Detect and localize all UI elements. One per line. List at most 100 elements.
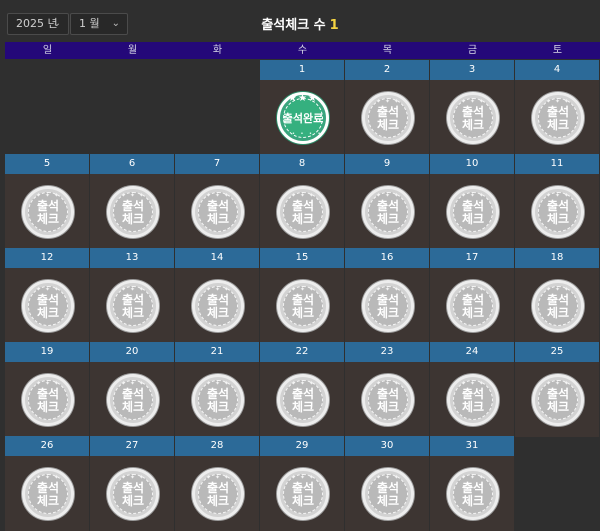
day-number: 9 — [345, 154, 429, 174]
attendance-check-stamp[interactable]: ✦ ✦ ✦ 출석 체크 — [362, 374, 414, 426]
stamp-text: 출석 체크 — [110, 482, 156, 508]
attendance-check-stamp[interactable]: ✦ ✦ ✦ 출석 체크 — [362, 468, 414, 520]
calendar-day-cell[interactable]: 5 ✦ ✦ ✦ 출석 체크 — [5, 154, 90, 249]
attendance-check-stamp[interactable]: ✦ ✦ ✦ 출석 체크 — [447, 92, 499, 144]
attendance-check-stamp[interactable]: ✦ ✦ ✦ 출석 체크 — [362, 92, 414, 144]
calendar-day-cell[interactable]: 8 ✦ ✦ ✦ 출석 체크 — [260, 154, 345, 249]
calendar-day-cell[interactable]: 29 ✦ ✦ ✦ 출석 체크 — [260, 436, 345, 531]
attendance-check-stamp[interactable]: ✦ ✦ ✦ 출석 체크 — [362, 280, 414, 332]
stamp-text-line: 체크 — [461, 400, 485, 414]
attendance-check-stamp[interactable]: ✦ ✦ ✦ 출석 체크 — [192, 374, 244, 426]
star-icon: ✦ ✦ ✦ — [206, 192, 230, 199]
weekday-header-row: 일월화수목금토 — [5, 42, 600, 59]
star-icon: ✦ ✦ ✦ — [36, 474, 60, 481]
calendar-day-cell[interactable]: 19 ✦ ✦ ✦ 출석 체크 — [5, 342, 90, 437]
calendar-day-cell[interactable]: 7 ✦ ✦ ✦ 출석 체크 — [175, 154, 260, 249]
attendance-check-stamp[interactable]: ✦ ✦ ✦ 출석 체크 — [107, 186, 159, 238]
day-number: 17 — [430, 248, 514, 268]
star-icon: ✦ ✦ ✦ — [121, 286, 145, 293]
star-icon: ✦ ✦ ✦ — [461, 474, 485, 481]
stamp-text-line: 체크 — [206, 212, 230, 226]
star-icon: ✦ ✦ ✦ — [121, 474, 145, 481]
attendance-check-stamp[interactable]: ✦ ✦ ✦ 출석 체크 — [447, 186, 499, 238]
attendance-check-stamp[interactable]: ✦ ✦ ✦ 출석 체크 — [107, 468, 159, 520]
stamp-text-line: 체크 — [546, 306, 570, 320]
day-number: 22 — [260, 342, 344, 362]
stamp-text-line: 체크 — [376, 212, 400, 226]
stamp-text: 출석 체크 — [25, 200, 71, 226]
day-number: 11 — [515, 154, 599, 174]
attendance-check-stamp[interactable]: ✦ ✦ ✦ 출석 체크 — [447, 280, 499, 332]
day-number: 2 — [345, 60, 429, 80]
stamp-text-line: 출석 — [206, 481, 230, 495]
attendance-check-stamp[interactable]: ✦ ✦ ✦ 출석 체크 — [277, 374, 329, 426]
calendar-day-cell[interactable]: 9 ✦ ✦ ✦ 출석 체크 — [345, 154, 430, 249]
attendance-check-stamp[interactable]: ✦ ✦ ✦ 출석 체크 — [532, 280, 584, 332]
calendar-day-cell[interactable]: 17 ✦ ✦ ✦ 출석 체크 — [430, 248, 515, 343]
day-number: 13 — [90, 248, 174, 268]
calendar-day-cell[interactable]: 31 ✦ ✦ ✦ 출석 체크 — [430, 436, 515, 531]
calendar-day-cell[interactable]: 30 ✦ ✦ ✦ 출석 체크 — [345, 436, 430, 531]
attendance-check-stamp[interactable]: ✦ ✦ ✦ 출석 체크 — [532, 186, 584, 238]
attendance-check-stamp[interactable]: ✦ ✦ ✦ 출석 체크 — [532, 92, 584, 144]
calendar-day-cell[interactable]: 10 ✦ ✦ ✦ 출석 체크 — [430, 154, 515, 249]
calendar-day-cell[interactable]: 15 ✦ ✦ ✦ 출석 체크 — [260, 248, 345, 343]
attendance-check-stamp[interactable]: ✦ ✦ ✦ 출석 체크 — [447, 374, 499, 426]
day-number: 6 — [90, 154, 174, 174]
calendar-day-cell[interactable]: 16 ✦ ✦ ✦ 출석 체크 — [345, 248, 430, 343]
day-number: 5 — [5, 154, 89, 174]
attendance-check-stamp[interactable]: ✦ ✦ ✦ 출석 체크 — [22, 468, 74, 520]
attendance-check-stamp[interactable]: ✦ ✦ ✦ 출석 체크 — [277, 186, 329, 238]
attendance-title-label: 출석체크 수 — [261, 18, 326, 33]
calendar-day-cell[interactable]: 2 ✦ ✦ ✦ 출석 체크 — [345, 60, 430, 155]
calendar-day-cell[interactable]: 13 ✦ ✦ ✦ 출석 체크 — [90, 248, 175, 343]
day-number: 16 — [345, 248, 429, 268]
attendance-check-stamp[interactable]: ✦ ✦ ✦ 출석 체크 — [192, 280, 244, 332]
calendar-day-cell[interactable]: 14 ✦ ✦ ✦ 출석 체크 — [175, 248, 260, 343]
weekday-label: 목 — [382, 45, 393, 56]
calendar-day-cell[interactable]: 4 ✦ ✦ ✦ 출석 체크 — [515, 60, 600, 155]
stamp-text: 출석 체크 — [535, 294, 581, 320]
calendar-day-cell[interactable]: 3 ✦ ✦ ✦ 출석 체크 — [430, 60, 515, 155]
stamp-text-line: 체크 — [376, 118, 400, 132]
calendar-day-cell[interactable]: 11 ✦ ✦ ✦ 출석 체크 — [515, 154, 600, 249]
calendar-day-cell[interactable]: 26 ✦ ✦ ✦ 출석 체크 — [5, 436, 90, 531]
attendance-check-stamp[interactable]: ✦ ✦ ✦ 출석 체크 — [447, 468, 499, 520]
calendar-day-cell[interactable]: 28 ✦ ✦ ✦ 출석 체크 — [175, 436, 260, 531]
attendance-check-stamp[interactable]: ✦ ✦ ✦ 출석 체크 — [22, 280, 74, 332]
attendance-check-stamp[interactable]: ✦ ✦ ✦ 출석 체크 — [22, 374, 74, 426]
star-icon: ✦ ✦ ✦ — [206, 286, 230, 293]
stamp-text: 출석 체크 — [280, 200, 326, 226]
attendance-done-stamp[interactable]: ★★★ • • • • • 출석완료 — [277, 92, 329, 144]
attendance-check-stamp[interactable]: ✦ ✦ ✦ 출석 체크 — [22, 186, 74, 238]
attendance-check-stamp[interactable]: ✦ ✦ ✦ 출석 체크 — [362, 186, 414, 238]
calendar-day-cell[interactable]: 21 ✦ ✦ ✦ 출석 체크 — [175, 342, 260, 437]
calendar-day-cell[interactable]: 12 ✦ ✦ ✦ 출석 체크 — [5, 248, 90, 343]
dots-decoration-icon: • • • • • — [283, 131, 323, 137]
day-number: 27 — [90, 436, 174, 456]
star-icon: ✦ ✦ ✦ — [206, 380, 230, 387]
calendar-day-cell[interactable]: 22 ✦ ✦ ✦ 출석 체크 — [260, 342, 345, 437]
attendance-check-stamp[interactable]: ✦ ✦ ✦ 출석 체크 — [192, 468, 244, 520]
calendar-day-cell[interactable]: 6 ✦ ✦ ✦ 출석 체크 — [90, 154, 175, 249]
calendar-day-cell[interactable]: 1 ★★★ • • • • • 출석완료 — [260, 60, 345, 155]
calendar-day-cell[interactable]: 18 ✦ ✦ ✦ 출석 체크 — [515, 248, 600, 343]
stamp-text: 출석 체크 — [195, 388, 241, 414]
weekday-label: 일 — [42, 45, 53, 56]
attendance-check-stamp[interactable]: ✦ ✦ ✦ 출석 체크 — [277, 468, 329, 520]
stamp-text-line: 출석 — [376, 481, 400, 495]
stamp-text-line: 체크 — [546, 212, 570, 226]
calendar-day-cell[interactable]: 24 ✦ ✦ ✦ 출석 체크 — [430, 342, 515, 437]
stamp-text-line: 체크 — [36, 306, 60, 320]
calendar-day-cell[interactable]: 23 ✦ ✦ ✦ 출석 체크 — [345, 342, 430, 437]
attendance-check-stamp[interactable]: ✦ ✦ ✦ 출석 체크 — [532, 374, 584, 426]
attendance-check-stamp[interactable]: ✦ ✦ ✦ 출석 체크 — [107, 280, 159, 332]
day-number: 28 — [175, 436, 259, 456]
calendar-day-cell[interactable]: 20 ✦ ✦ ✦ 출석 체크 — [90, 342, 175, 437]
attendance-check-stamp[interactable]: ✦ ✦ ✦ 출석 체크 — [107, 374, 159, 426]
calendar-day-cell[interactable]: 27 ✦ ✦ ✦ 출석 체크 — [90, 436, 175, 531]
attendance-check-stamp[interactable]: ✦ ✦ ✦ 출석 체크 — [192, 186, 244, 238]
stamp-text-line: 체크 — [461, 494, 485, 508]
calendar-day-cell[interactable]: 25 ✦ ✦ ✦ 출석 체크 — [515, 342, 600, 437]
attendance-check-stamp[interactable]: ✦ ✦ ✦ 출석 체크 — [277, 280, 329, 332]
